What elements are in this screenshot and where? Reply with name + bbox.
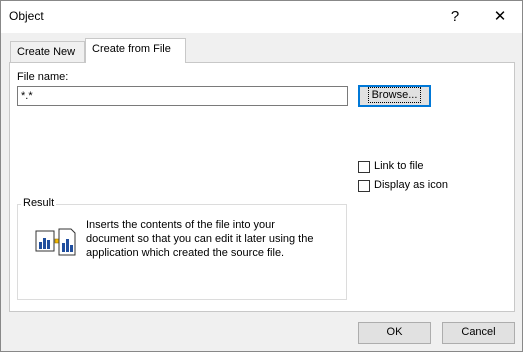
file-name-input[interactable] (17, 86, 348, 106)
help-button[interactable]: ? (433, 1, 477, 33)
result-description: Inserts the contents of the file into yo… (86, 219, 314, 259)
close-icon[interactable]: ✕ (478, 1, 522, 33)
browse-button-label: Browse... (367, 87, 422, 103)
title-bar: Object ? ✕ (1, 1, 522, 33)
file-name-label: File name: (17, 71, 69, 83)
tab-create-new[interactable]: Create New (10, 41, 85, 63)
result-title: Result (21, 197, 57, 209)
object-dialog: Object ? ✕ Create New Create from File F… (0, 0, 523, 352)
ok-button[interactable]: OK (358, 322, 431, 344)
dialog-title: Object (9, 9, 44, 23)
display-as-icon-label[interactable]: Display as icon (374, 179, 448, 191)
browse-button[interactable]: Browse... (358, 85, 431, 107)
cancel-button[interactable]: Cancel (442, 322, 515, 344)
tab-create-from-file[interactable]: Create from File (85, 38, 186, 63)
insert-file-icon (35, 228, 76, 256)
display-as-icon-checkbox[interactable] (358, 180, 370, 192)
link-to-file-checkbox[interactable] (358, 161, 370, 173)
link-to-file-label[interactable]: Link to file (374, 160, 424, 172)
